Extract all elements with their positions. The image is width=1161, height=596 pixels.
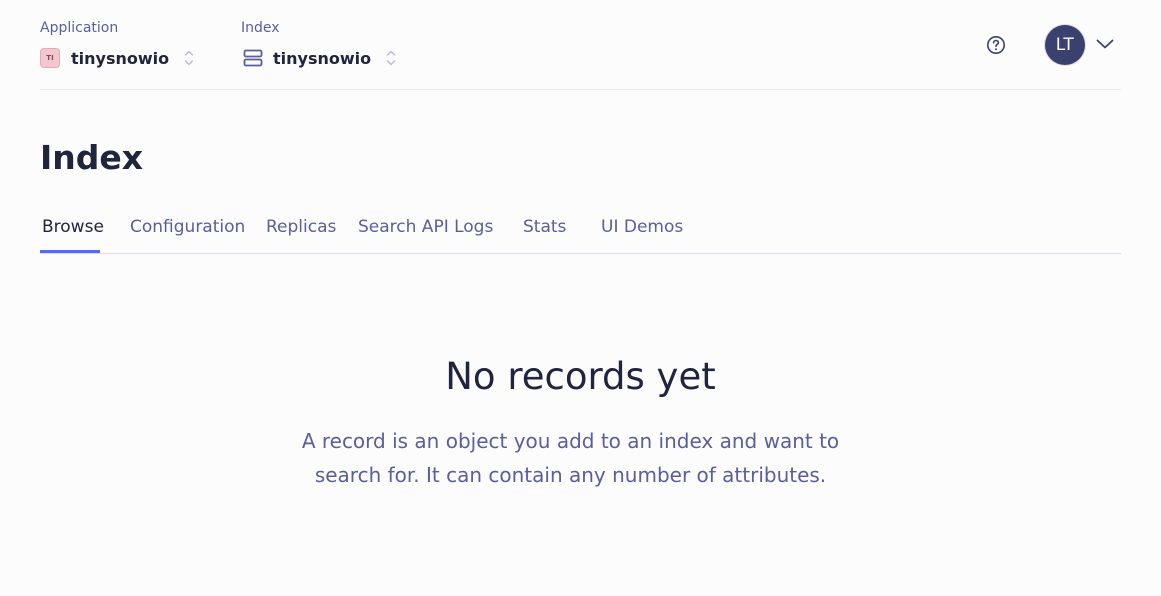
tab-bar: Browse Configuration Replicas Search API… [40,204,1121,254]
index-selector[interactable]: Index tinysnowio [241,19,397,69]
help-icon[interactable] [986,35,1006,55]
tab-stats[interactable]: Stats [523,216,566,238]
index-selector-row[interactable]: tinysnowio [241,47,397,69]
chevron-up-down-icon[interactable] [183,48,195,68]
tab-search-api-logs[interactable]: Search API Logs [358,216,493,238]
index-name: tinysnowio [273,48,372,68]
empty-state-title: No records yet [445,355,716,398]
tab-browse[interactable]: Browse [42,216,104,238]
application-label: Application [40,20,119,36]
database-icon [241,47,265,69]
tab-ui-demos[interactable]: UI Demos [601,216,683,238]
empty-state-description: A record is an object you add to an inde… [301,429,840,487]
application-selector[interactable]: Application TI tinysnowio [40,19,195,69]
chevron-down-icon[interactable] [1095,36,1115,52]
page: Application TI tinysnowio Index tinysnow… [0,0,1161,596]
page-title: Index [40,138,144,177]
application-badge: TI [40,48,60,68]
tab-replicas[interactable]: Replicas [266,216,336,238]
top-bar: Application TI tinysnowio Index tinysnow… [40,0,1121,90]
chevron-up-down-icon[interactable] [385,48,397,68]
active-tab-indicator [40,250,100,253]
index-label: Index [241,20,280,36]
user-avatar[interactable]: LT [1045,25,1085,65]
application-selector-row[interactable]: TI tinysnowio [40,47,195,69]
application-name: tinysnowio [71,48,170,68]
tab-configuration[interactable]: Configuration [130,216,245,238]
